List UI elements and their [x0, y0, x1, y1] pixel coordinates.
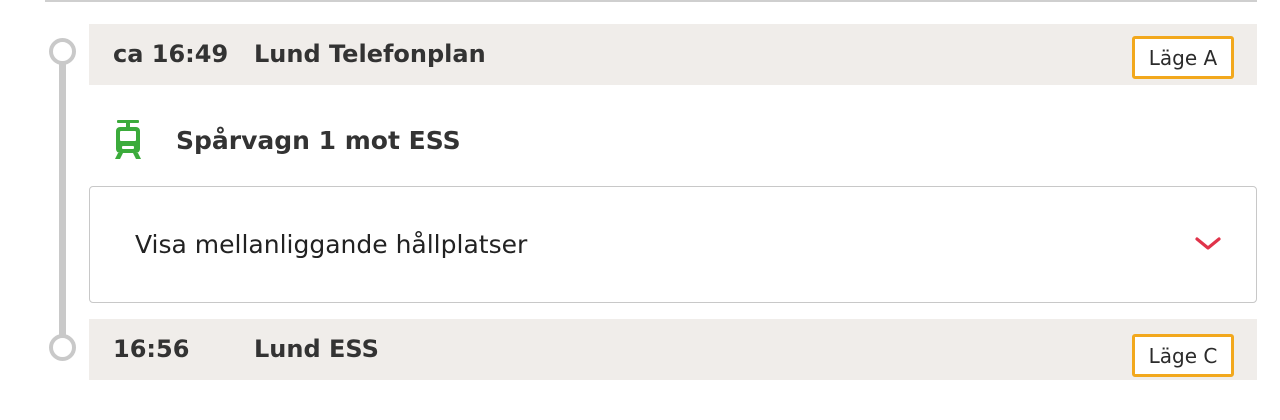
chevron-down-icon — [1194, 235, 1222, 253]
arrival-platform-badge: Läge C — [1132, 334, 1234, 377]
arrival-stop-row: 16:56 Lund ESS Läge C — [89, 319, 1257, 380]
departure-platform-badge: Läge A — [1132, 36, 1234, 79]
top-divider — [45, 0, 1257, 2]
departure-stop-row: ca 16:49 Lund Telefonplan Läge A — [89, 24, 1257, 85]
arrival-stop-name: Lund ESS — [254, 335, 379, 363]
line-info: Spårvagn 1 mot ESS — [114, 116, 461, 164]
timeline-dot-departure — [49, 38, 76, 65]
intermediate-stops-toggle[interactable]: Visa mellanliggande hållplatser — [89, 186, 1257, 303]
timeline-dot-arrival — [49, 334, 76, 361]
departure-stop-name: Lund Telefonplan — [254, 40, 486, 68]
intermediate-stops-label: Visa mellanliggande hållplatser — [135, 230, 528, 259]
arrival-time: 16:56 — [113, 335, 190, 363]
tram-icon — [114, 120, 142, 160]
timeline-line — [59, 52, 66, 349]
departure-time: ca 16:49 — [113, 40, 229, 68]
line-label: Spårvagn 1 mot ESS — [176, 125, 461, 155]
